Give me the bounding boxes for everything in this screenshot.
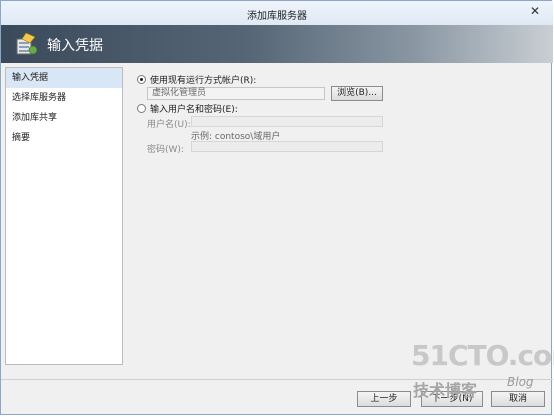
password-field[interactable] — [191, 141, 383, 152]
runas-label: 使用现有运行方式帐户(R): — [150, 76, 257, 86]
title-bar: 添加库服务器 ✕ — [1, 1, 553, 26]
close-button[interactable]: ✕ — [523, 3, 547, 19]
next-button[interactable]: 下一步(N) — [421, 391, 483, 407]
nav-item-credentials[interactable]: 输入凭据 — [6, 68, 122, 88]
userpass-label: 输入用户名和密码(E): — [150, 105, 238, 115]
browse-button[interactable]: 浏览(B)... — [331, 86, 383, 101]
header-banner: 输入凭据 — [1, 25, 553, 63]
page-heading: 输入凭据 — [47, 38, 103, 54]
watermark-blog: Blog — [507, 375, 534, 389]
nav-item-select-server[interactable]: 选择库服务器 — [6, 88, 122, 108]
library-server-icon — [16, 32, 38, 55]
runas-account-field[interactable]: 虚拟化管理员 — [147, 87, 325, 100]
username-field[interactable] — [191, 116, 383, 127]
nav-item-add-share[interactable]: 添加库共享 — [6, 108, 122, 128]
credentials-panel: 使用现有运行方式帐户(R): 虚拟化管理员 浏览(B)... 输入用户名和密码(… — [129, 67, 549, 367]
dialog-window: 添加库服务器 ✕ 输入凭据 输入凭据 选择库服务器 添加库共享 摘要 使用现有运… — [0, 0, 554, 415]
cancel-button[interactable]: 取消 — [491, 391, 545, 407]
wizard-nav: 输入凭据 选择库服务器 添加库共享 摘要 — [5, 67, 123, 365]
password-label: 密码(W): — [147, 145, 184, 155]
footer-divider — [1, 379, 553, 380]
userpass-option[interactable]: 输入用户名和密码(E): — [137, 102, 238, 115]
window-title: 添加库服务器 — [247, 11, 307, 22]
runas-option[interactable]: 使用现有运行方式帐户(R): — [137, 73, 256, 86]
username-label: 用户名(U): — [147, 120, 191, 130]
userpass-radio[interactable] — [137, 104, 146, 113]
runas-radio[interactable] — [137, 75, 146, 84]
nav-item-summary[interactable]: 摘要 — [6, 128, 122, 148]
previous-button[interactable]: 上一步 — [357, 391, 411, 407]
